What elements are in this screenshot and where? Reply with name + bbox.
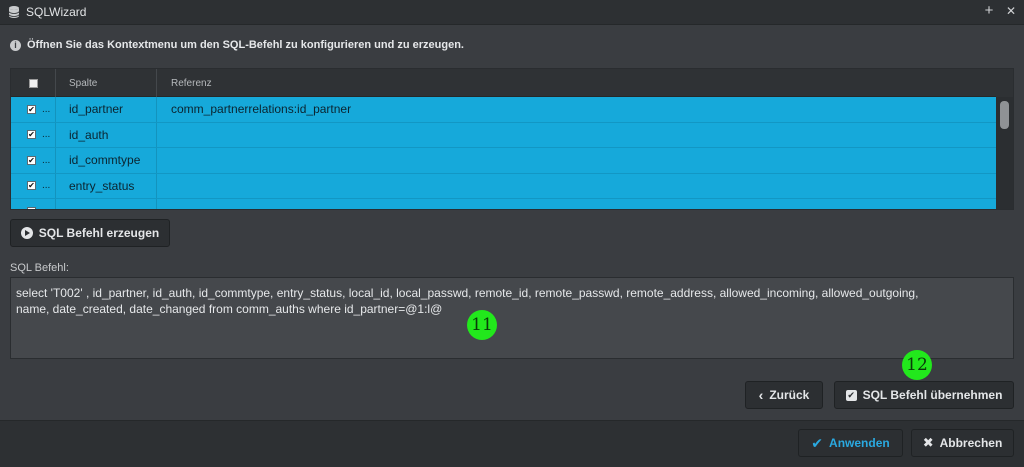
row-checkbox[interactable]: ✔ [27,181,36,191]
cell-spalte: id_auth [56,122,157,147]
cell-spalte: id_partner [56,97,157,122]
checkbox-icon: ✔ [845,389,857,401]
cell-spalte: id_commtype [56,148,157,173]
table-row[interactable]: ✔... id_auth [11,122,997,148]
generate-sql-label: SQL Befehl erzeugen [38,226,160,240]
apply-button[interactable]: ✔ Anwenden [798,429,903,457]
play-icon [20,227,33,239]
info-text: Öffnen Sie das Kontextmenu um den SQL-Be… [27,39,464,51]
table-row-partial[interactable] [11,199,997,209]
row-menu-dots[interactable]: ... [42,180,50,191]
close-icon: ✖ [922,435,934,450]
check-icon: ✔ [811,434,824,451]
cell-referenz: comm_partnerrelations:id_partner [171,102,352,117]
row-checkbox[interactable]: ✔ [27,155,36,165]
cell-referenz [157,123,997,148]
close-icon[interactable]: ✕ [1003,3,1019,19]
cancel-label: Abbrechen [939,436,1003,450]
row-checkbox[interactable]: ✔ [27,104,36,114]
header-scroll-corner [996,69,1013,97]
generate-sql-button[interactable]: SQL Befehl erzeugen [10,219,170,247]
header-referenz[interactable]: Referenz [157,69,997,97]
table-body: ✔... id_partner comm_partnerrelations:id… [11,97,997,209]
title-bar: SQLWizard + ✕ [0,0,1024,25]
row-menu-dots[interactable]: ... [42,155,50,166]
scroll-thumb[interactable] [1000,101,1009,129]
table-row[interactable]: ✔... entry_status [11,173,997,199]
add-icon[interactable]: + [981,3,997,19]
apply-sql-button[interactable]: ✔ SQL Befehl übernehmen [834,381,1014,409]
back-button[interactable]: ‹ Zurück [745,381,823,409]
back-label: Zurück [769,388,810,402]
select-all-checkbox[interactable] [28,78,38,88]
cancel-button[interactable]: ✖ Abbrechen [911,429,1014,457]
header-select-all[interactable] [11,69,56,97]
header-spalte[interactable]: Spalte [56,69,157,97]
chevron-left-icon: ‹ [758,387,764,403]
step-marker-11: 11 [467,310,497,340]
apply-sql-label: SQL Befehl übernehmen [862,388,1003,402]
table-scrollbar[interactable] [996,97,1013,209]
step-marker-12: 12 [902,350,932,380]
row-checkbox[interactable]: ✔ [27,130,36,140]
info-message: i Öffnen Sie das Kontextmenu um den SQL-… [10,38,464,52]
row-menu-dots[interactable]: ... [42,104,50,115]
apply-label: Anwenden [829,436,890,450]
table-row[interactable]: ✔... id_commtype [11,148,997,174]
database-icon [8,6,20,18]
window-title: SQLWizard [26,5,87,19]
info-icon: i [10,39,21,51]
columns-table: Spalte Referenz ✔... id_partner comm_par… [10,68,1014,210]
cell-referenz [157,148,997,173]
cell-spalte: entry_status [56,173,157,198]
sql-label: SQL Befehl: [10,262,69,274]
cell-referenz [157,174,997,199]
sql-textarea[interactable]: select 'T002' , id_partner, id_auth, id_… [10,277,1014,359]
row-menu-dots[interactable]: ... [42,129,50,140]
table-header: Spalte Referenz [11,69,997,97]
table-row[interactable]: ✔... id_partner comm_partnerrelations:id… [11,97,997,123]
row-checkbox[interactable] [27,206,36,209]
